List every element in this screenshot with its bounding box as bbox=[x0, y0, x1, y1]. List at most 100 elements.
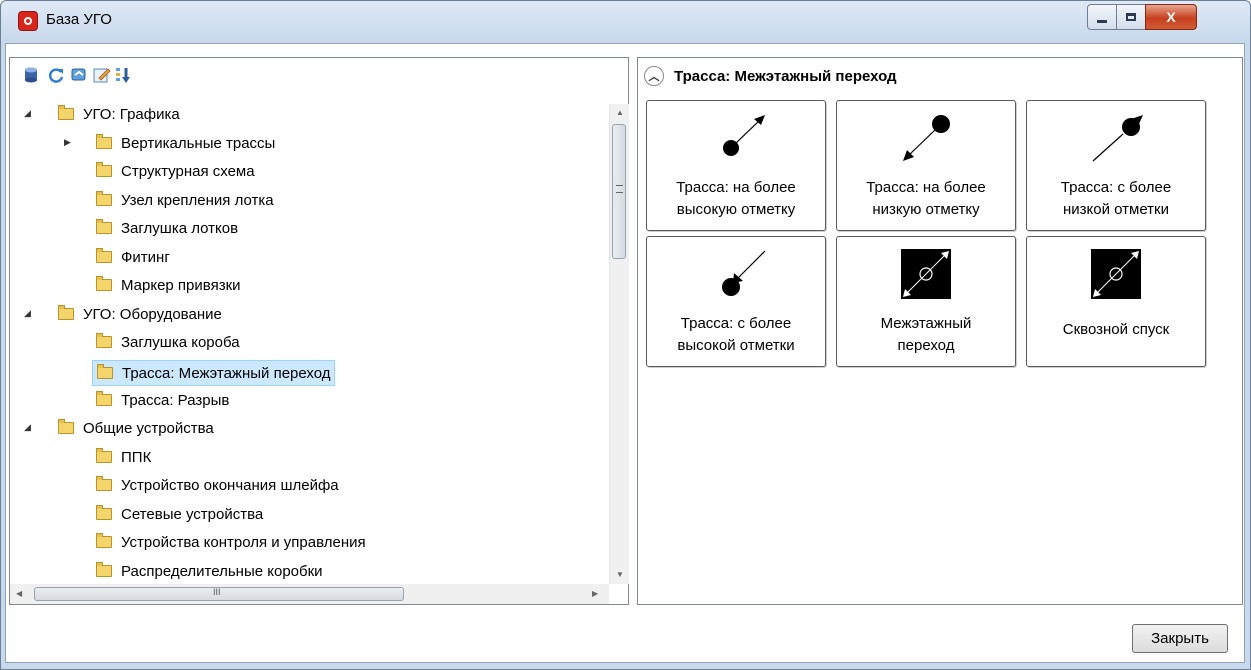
trace-up-arrow-icon bbox=[723, 115, 765, 156]
expand-arrow-icon[interactable]: ◢ bbox=[24, 108, 34, 118]
tree-view[interactable]: ◢ УГО: Графика ▶ Вертикальные трассы Стр… bbox=[10, 103, 610, 583]
sort-icon[interactable] bbox=[115, 66, 133, 84]
tile-label-line2: низкую отметку bbox=[872, 201, 980, 218]
expand-arrow-icon[interactable]: ◢ bbox=[24, 308, 34, 318]
trace-from-lower-icon bbox=[1092, 115, 1143, 162]
minimize-icon bbox=[1097, 19, 1107, 23]
horizontal-scroll-thumb[interactable]: III bbox=[34, 587, 404, 601]
folder-icon bbox=[96, 276, 112, 291]
vertical-scrollbar[interactable]: ▲ ▼ bbox=[609, 104, 629, 584]
tree-item-binding-marker[interactable]: Маркер привязки bbox=[96, 274, 241, 296]
folder-icon bbox=[96, 391, 112, 406]
tile-label-line2: переход bbox=[897, 337, 955, 354]
symbol-tile[interactable]: Сквозной спуск bbox=[1026, 236, 1206, 367]
tree-item-ugo-grafika[interactable]: ◢ УГО: Графика bbox=[24, 103, 180, 125]
tile-label-line1: Сквозной спуск bbox=[1062, 321, 1170, 338]
tree-item-label: УГО: Графика bbox=[83, 105, 180, 123]
tree-item-ppk[interactable]: ППК bbox=[96, 446, 151, 468]
refresh-icon[interactable] bbox=[47, 66, 65, 84]
gallery-panel: ︿ Трасса: Межэтажный переход Трасса: на … bbox=[637, 57, 1243, 605]
folder-icon bbox=[96, 333, 112, 348]
tile-label-line2: высокой отметки bbox=[677, 337, 795, 354]
tree-item-label: Трасса: Межэтажный переход bbox=[122, 364, 331, 382]
tree-item-label: Трасса: Разрыв bbox=[121, 391, 230, 409]
folder-icon bbox=[96, 476, 112, 491]
collapse-chevron-icon[interactable]: ︿ bbox=[644, 66, 664, 86]
window-title: База УГО bbox=[46, 11, 112, 28]
tile-label-line1: Трасса: с более bbox=[680, 315, 792, 332]
title-bar[interactable]: База УГО X bbox=[1, 1, 1250, 45]
folder-icon bbox=[96, 162, 112, 177]
toolbar bbox=[10, 58, 610, 98]
folder-icon bbox=[97, 364, 113, 379]
tree-item-tray-mount[interactable]: Узел крепления лотка bbox=[96, 189, 274, 211]
maximize-icon bbox=[1126, 13, 1136, 21]
symbol-tile[interactable]: Трасса: с более высокой отметки bbox=[646, 236, 826, 367]
app-logo-icon bbox=[18, 11, 38, 31]
minimize-button[interactable] bbox=[1087, 4, 1117, 30]
scroll-left-icon[interactable]: ◀ bbox=[16, 589, 22, 598]
horizontal-scrollbar[interactable]: ◀ III ▶ bbox=[10, 584, 609, 604]
grip-icon bbox=[616, 185, 623, 193]
scroll-up-icon[interactable]: ▲ bbox=[616, 108, 624, 117]
tree-item-control-devices[interactable]: Устройства контроля и управления bbox=[96, 531, 366, 553]
floor-transition-icon bbox=[901, 249, 951, 299]
expand-arrow-icon[interactable]: ◢ bbox=[24, 422, 34, 432]
tile-label-line1: Трасса: на более bbox=[866, 179, 986, 196]
folder-icon bbox=[96, 191, 112, 206]
scroll-down-icon[interactable]: ▼ bbox=[616, 570, 624, 579]
tile-label-line1: Трасса: на более bbox=[676, 179, 796, 196]
trace-from-higher-icon bbox=[722, 250, 766, 296]
scroll-right-icon[interactable]: ▶ bbox=[592, 589, 598, 598]
tree-item-label: Вертикальные трассы bbox=[121, 134, 276, 152]
tree-item-junction-boxes[interactable]: Распределительные коробки bbox=[96, 560, 323, 582]
tile-label-line1: Трасса: с более bbox=[1060, 179, 1172, 196]
folder-icon bbox=[96, 562, 112, 577]
tree-item-tray-cap[interactable]: Заглушка лотков bbox=[96, 217, 238, 239]
tree-item-trace-break[interactable]: Трасса: Разрыв bbox=[96, 389, 229, 411]
symbol-tile[interactable]: Трасса: на более высокую отметку bbox=[646, 100, 826, 231]
tree-item-label: Устройства контроля и управления bbox=[121, 533, 366, 551]
group-header[interactable]: ︿ Трасса: Межэтажный переход bbox=[644, 66, 897, 86]
edit-icon[interactable] bbox=[93, 66, 111, 84]
tree-item-loop-end-device[interactable]: Устройство окончания шлейфа bbox=[96, 474, 339, 496]
folder-icon bbox=[96, 248, 112, 263]
tree-item-label: Общие устройства bbox=[83, 419, 214, 437]
folder-icon bbox=[96, 448, 112, 463]
vertical-scroll-thumb[interactable] bbox=[612, 124, 626, 259]
tree-item-ugo-equipment[interactable]: ◢ УГО: Оборудование bbox=[24, 303, 222, 325]
tree-item-box-cap[interactable]: Заглушка короба bbox=[96, 331, 240, 353]
trace-down-arrow-icon bbox=[903, 115, 950, 161]
symbol-tile[interactable]: Трасса: с более низкой отметки bbox=[1026, 100, 1206, 231]
tree-item-label: Сетевые устройства bbox=[121, 505, 264, 523]
tree-item-network-devices[interactable]: Сетевые устройства bbox=[96, 503, 263, 525]
through-descent-icon bbox=[1091, 249, 1141, 299]
close-icon: X bbox=[1166, 9, 1176, 25]
collapsed-arrow-icon[interactable]: ▶ bbox=[64, 137, 74, 147]
symbol-tile[interactable]: Межэтажный переход bbox=[836, 236, 1016, 367]
folder-icon bbox=[58, 419, 74, 434]
tile-label-line1: Межэтажный bbox=[880, 315, 972, 332]
sync-icon[interactable] bbox=[70, 66, 88, 84]
tree-item-floor-transition[interactable]: Трасса: Межэтажный переход bbox=[92, 360, 336, 386]
tree-item-label: Фитинг bbox=[121, 248, 170, 266]
tree-panel: ◢ УГО: Графика ▶ Вертикальные трассы Стр… bbox=[9, 57, 629, 605]
tree-item-label: Заглушка лотков bbox=[121, 219, 239, 237]
symbol-tile[interactable]: Трасса: на более низкую отметку bbox=[836, 100, 1016, 231]
tree-item-label: Структурная схема bbox=[121, 162, 255, 180]
tile-label-line2: высокую отметку bbox=[676, 201, 796, 218]
folder-icon bbox=[58, 105, 74, 120]
folder-icon bbox=[96, 533, 112, 548]
tree-item-vertical-traces[interactable]: ▶ Вертикальные трассы bbox=[64, 132, 276, 154]
tree-item-fitting[interactable]: Фитинг bbox=[96, 246, 170, 268]
folder-icon bbox=[58, 305, 74, 320]
tree-item-label: Устройство окончания шлейфа bbox=[121, 476, 339, 494]
close-button[interactable]: Закрыть bbox=[1132, 624, 1228, 653]
tree-item-general-devices[interactable]: ◢ Общие устройства bbox=[24, 417, 214, 439]
tree-item-structural-scheme[interactable]: Структурная схема bbox=[96, 160, 255, 182]
tree-item-label: Узел крепления лотка bbox=[121, 191, 274, 209]
database-icon[interactable] bbox=[22, 66, 40, 84]
close-window-button[interactable]: X bbox=[1145, 4, 1197, 30]
dialog-footer: Закрыть bbox=[9, 607, 1243, 660]
maximize-button[interactable] bbox=[1116, 4, 1146, 30]
